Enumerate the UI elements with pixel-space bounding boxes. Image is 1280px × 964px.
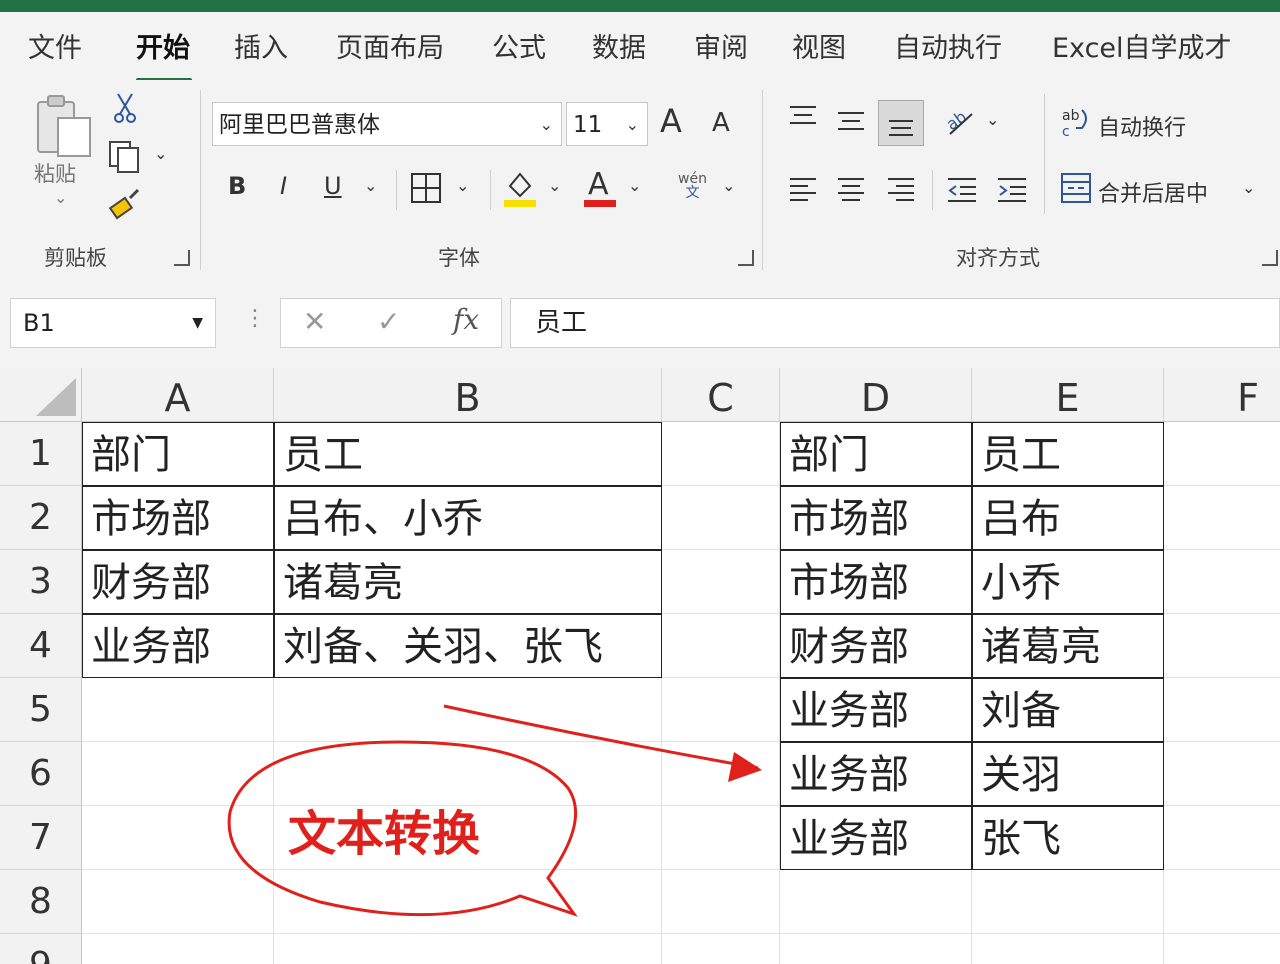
callout-text: 文本转换: [288, 806, 481, 862]
align-bottom-icon: [889, 120, 913, 136]
align-bottom-button[interactable]: [878, 100, 924, 146]
ribbon-home: 粘贴 ⌄ ⌄ 剪贴板 阿里巴巴普惠体 ⌄ 11 ⌄ A A B I U ⌄ ⌄ …: [0, 80, 1280, 276]
increase-indent-icon[interactable]: [996, 176, 1028, 208]
tab-home[interactable]: 开始: [136, 26, 190, 65]
ribbon-tab-bar: 文件 开始 插入 页面布局 公式 数据 审阅 视图 自动执行 Excel自学成才: [0, 12, 1280, 82]
insert-function-button[interactable]: fx: [453, 303, 479, 336]
name-box-value: B1: [23, 309, 55, 337]
divider: [200, 90, 201, 270]
align-top-icon[interactable]: [788, 104, 818, 132]
alignment-group-label: 对齐方式: [956, 246, 1040, 270]
paste-dropdown-icon[interactable]: ⌄: [54, 188, 67, 207]
formula-input[interactable]: 员工: [510, 298, 1280, 348]
divider: [932, 170, 933, 210]
divider: [1044, 94, 1045, 214]
italic-button[interactable]: I: [280, 172, 287, 200]
name-box-dropdown-icon[interactable]: ▼: [192, 299, 203, 347]
font-name-select[interactable]: 阿里巴巴普惠体 ⌄: [212, 102, 562, 146]
worksheet-grid: A B C D E F 123456789 部门员工部门员工市场部吕布、小乔市场…: [0, 368, 1280, 964]
paste-label[interactable]: 粘贴: [34, 158, 76, 188]
arrow-head-icon: [728, 752, 762, 782]
grow-font-button[interactable]: A: [660, 102, 682, 140]
phonetic-dropdown-icon[interactable]: ⌄: [722, 176, 735, 195]
copy-dropdown-icon[interactable]: ⌄: [154, 144, 167, 163]
tab-insert[interactable]: 插入: [234, 26, 288, 65]
chevron-down-icon: ⌄: [625, 115, 639, 134]
tab-automate[interactable]: 自动执行: [894, 26, 1002, 65]
merge-center-button[interactable]: 合并后居中: [1098, 176, 1208, 208]
tab-data[interactable]: 数据: [592, 26, 646, 65]
merge-dropdown-icon[interactable]: ⌄: [1242, 178, 1255, 197]
shrink-font-button[interactable]: A: [712, 108, 730, 138]
paste-icon[interactable]: [34, 94, 94, 164]
phonetic-char: 文: [685, 185, 700, 201]
font-color-icon[interactable]: A: [582, 166, 618, 214]
font-launcher-icon[interactable]: [738, 250, 754, 266]
bold-button[interactable]: B: [228, 172, 246, 200]
align-center-icon[interactable]: [836, 176, 866, 208]
wrap-text-icon[interactable]: ab c: [1062, 106, 1092, 142]
svg-text:c: c: [1062, 124, 1070, 138]
alignment-launcher-icon[interactable]: [1262, 250, 1278, 266]
more-options-icon[interactable]: ⋮: [244, 306, 266, 331]
format-painter-icon[interactable]: [108, 188, 142, 226]
align-middle-icon[interactable]: [836, 110, 866, 138]
chevron-down-icon: ⌄: [539, 115, 553, 134]
font-size-value: 11: [573, 112, 603, 138]
tab-formulas[interactable]: 公式: [492, 26, 546, 65]
name-box[interactable]: B1 ▼: [10, 298, 216, 348]
divider: [762, 90, 763, 270]
font-color-dropdown-icon[interactable]: ⌄: [628, 176, 641, 195]
underline-button[interactable]: U: [324, 172, 342, 200]
annotation-overlay: [227, 704, 762, 917]
fill-dropdown-icon[interactable]: ⌄: [548, 176, 561, 195]
underline-dropdown-icon[interactable]: ⌄: [364, 176, 377, 195]
tab-page-layout[interactable]: 页面布局: [336, 26, 444, 65]
cancel-icon[interactable]: ✕: [303, 305, 326, 338]
tab-view[interactable]: 视图: [792, 26, 846, 65]
merge-center-icon[interactable]: [1060, 172, 1092, 208]
align-right-icon[interactable]: [886, 176, 916, 208]
divider: [396, 170, 397, 210]
title-bar-strip: [0, 0, 1280, 12]
divider: [490, 170, 491, 210]
wrap-text-button[interactable]: 自动换行: [1098, 110, 1186, 142]
align-left-icon[interactable]: [788, 176, 818, 208]
orientation-icon[interactable]: ab: [943, 104, 978, 142]
enter-icon[interactable]: ✓: [377, 305, 400, 338]
font-name-value: 阿里巴巴普惠体: [219, 112, 380, 138]
formula-actions: ✕ ✓ fx: [280, 298, 502, 348]
tab-review[interactable]: 审阅: [694, 26, 748, 65]
fill-color-icon[interactable]: [502, 168, 538, 214]
arrow-line: [443, 704, 759, 770]
tab-excel-self-study[interactable]: Excel自学成才: [1052, 26, 1232, 65]
tab-file[interactable]: 文件: [28, 26, 82, 65]
cut-icon[interactable]: [112, 92, 138, 128]
borders-dropdown-icon[interactable]: ⌄: [456, 176, 469, 195]
phonetic-guide-button[interactable]: wén 文: [678, 172, 707, 200]
svg-text:ab: ab: [1062, 108, 1080, 124]
decrease-indent-icon[interactable]: [946, 176, 978, 208]
orientation-dropdown-icon[interactable]: ⌄: [986, 110, 999, 129]
font-size-select[interactable]: 11 ⌄: [566, 102, 648, 146]
copy-icon[interactable]: [108, 140, 142, 178]
font-group-label: 字体: [438, 246, 480, 270]
clipboard-group-label: 剪贴板: [44, 246, 107, 270]
clipboard-launcher-icon[interactable]: [174, 250, 190, 266]
borders-icon[interactable]: [410, 172, 442, 208]
svg-text:A: A: [588, 167, 609, 202]
